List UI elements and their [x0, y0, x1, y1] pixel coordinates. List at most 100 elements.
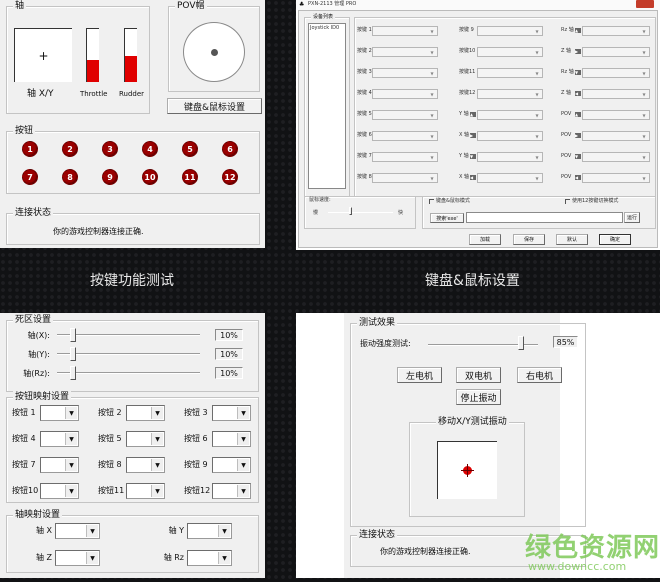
chevron-down-icon[interactable]: ▼	[640, 133, 648, 139]
chevron-down-icon[interactable]: ▼	[428, 133, 436, 139]
map-dropdown[interactable]: ▼	[372, 68, 438, 78]
exe-path-input[interactable]	[466, 212, 623, 223]
map-dropdown[interactable]: ▼	[582, 89, 650, 99]
chevron-down-icon[interactable]: ▼	[151, 407, 163, 419]
map-dropdown[interactable]: ▼	[372, 47, 438, 57]
chevron-down-icon[interactable]: ▼	[640, 70, 648, 76]
button-map-dropdown[interactable]: ▼	[126, 431, 165, 447]
button-map-dropdown[interactable]: ▼	[40, 483, 79, 499]
chevron-down-icon[interactable]: ▼	[237, 459, 249, 471]
button-map-dropdown[interactable]: ▼	[126, 457, 165, 473]
device-item[interactable]: Joystick ID0	[310, 25, 339, 32]
chevron-down-icon[interactable]: ▼	[428, 175, 436, 181]
map-dropdown[interactable]: ▼	[582, 152, 650, 162]
button-map-dropdown[interactable]: ▼	[212, 483, 251, 499]
button-map-dropdown[interactable]: ▼	[40, 405, 79, 421]
map-dropdown[interactable]: ▼	[582, 68, 650, 78]
map-dropdown[interactable]: ▼	[372, 110, 438, 120]
map-dropdown[interactable]: ▼	[477, 110, 543, 120]
save-button[interactable]: 保存	[513, 234, 545, 245]
map-dropdown[interactable]: ▼	[582, 173, 650, 183]
chevron-down-icon[interactable]: ▼	[218, 525, 230, 537]
stop-vibration-button[interactable]: 停止振动	[456, 389, 501, 405]
button-map-dropdown[interactable]: ▼	[40, 431, 79, 447]
axis-map-dropdown[interactable]: ▼	[187, 550, 232, 566]
chevron-down-icon[interactable]: ▼	[237, 433, 249, 445]
dual-motor-button[interactable]: 双电机	[456, 367, 501, 383]
map-dropdown[interactable]: ▼	[477, 89, 543, 99]
chevron-down-icon[interactable]: ▼	[86, 525, 98, 537]
right-motor-button[interactable]: 右电机	[517, 367, 562, 383]
button-map-dropdown[interactable]: ▼	[212, 431, 251, 447]
chevron-down-icon[interactable]: ▼	[237, 485, 249, 497]
map-dropdown[interactable]: ▼	[582, 26, 650, 36]
button-map-dropdown[interactable]: ▼	[126, 483, 165, 499]
mouse-speed-thumb[interactable]	[349, 207, 352, 215]
map-dropdown[interactable]: ▼	[372, 152, 438, 162]
deadzone-thumb[interactable]	[70, 347, 76, 361]
chevron-down-icon[interactable]: ▼	[533, 154, 541, 160]
deadzone-thumb[interactable]	[70, 328, 76, 342]
chevron-down-icon[interactable]: ▼	[533, 70, 541, 76]
run-button[interactable]: 运行	[624, 212, 640, 223]
chevron-down-icon[interactable]: ▼	[640, 28, 648, 34]
chevron-down-icon[interactable]: ▼	[428, 154, 436, 160]
map-dropdown[interactable]: ▼	[477, 173, 543, 183]
chevron-down-icon[interactable]: ▼	[640, 154, 648, 160]
map-dropdown[interactable]: ▼	[582, 131, 650, 141]
chevron-down-icon[interactable]: ▼	[533, 112, 541, 118]
map-dropdown[interactable]: ▼	[477, 26, 543, 36]
device-list[interactable]: Joystick ID0	[308, 23, 346, 189]
chevron-down-icon[interactable]: ▼	[151, 485, 163, 497]
ok-button[interactable]: 确定	[599, 234, 631, 245]
chevron-down-icon[interactable]: ▼	[428, 112, 436, 118]
left-motor-button[interactable]: 左电机	[397, 367, 442, 383]
chevron-down-icon[interactable]: ▼	[533, 28, 541, 34]
map-dropdown[interactable]: ▼	[582, 47, 650, 57]
button-map-dropdown[interactable]: ▼	[212, 405, 251, 421]
chevron-down-icon[interactable]: ▼	[151, 433, 163, 445]
chevron-down-icon[interactable]: ▼	[65, 407, 77, 419]
chevron-down-icon[interactable]: ▼	[640, 91, 648, 97]
chevron-down-icon[interactable]: ▼	[533, 175, 541, 181]
map-dropdown[interactable]: ▼	[372, 173, 438, 183]
axis-map-dropdown[interactable]: ▼	[187, 523, 232, 539]
load-button[interactable]: 加载	[469, 234, 501, 245]
chevron-down-icon[interactable]: ▼	[151, 459, 163, 471]
kb-mouse-settings-button[interactable]: 键盘&鼠标设置	[167, 98, 262, 114]
button-map-dropdown[interactable]: ▼	[40, 457, 79, 473]
xy-test-pad[interactable]	[437, 441, 497, 499]
browse-exe-button[interactable]: 搜索'exe'	[430, 213, 464, 223]
chevron-down-icon[interactable]: ▼	[65, 433, 77, 445]
axis-map-dropdown[interactable]: ▼	[55, 550, 100, 566]
chevron-down-icon[interactable]: ▼	[428, 91, 436, 97]
chevron-down-icon[interactable]: ▼	[533, 133, 541, 139]
chevron-down-icon[interactable]: ▼	[65, 459, 77, 471]
kb-mode-checkbox[interactable]	[429, 199, 434, 204]
chevron-down-icon[interactable]: ▼	[65, 485, 77, 497]
button-map-dropdown[interactable]: ▼	[212, 457, 251, 473]
chevron-down-icon[interactable]: ▼	[640, 112, 648, 118]
axis-map-dropdown[interactable]: ▼	[55, 523, 100, 539]
chevron-down-icon[interactable]: ▼	[86, 552, 98, 564]
map-dropdown[interactable]: ▼	[372, 26, 438, 36]
chevron-down-icon[interactable]: ▼	[428, 28, 436, 34]
map-dropdown[interactable]: ▼	[477, 131, 543, 141]
chevron-down-icon[interactable]: ▼	[218, 552, 230, 564]
chevron-down-icon[interactable]: ▼	[640, 175, 648, 181]
default-button[interactable]: 默认	[556, 234, 588, 245]
button-map-dropdown[interactable]: ▼	[126, 405, 165, 421]
vibration-thumb[interactable]	[517, 336, 524, 350]
map-dropdown[interactable]: ▼	[372, 89, 438, 99]
chevron-down-icon[interactable]: ▼	[237, 407, 249, 419]
deadzone-thumb[interactable]	[70, 366, 76, 380]
map-dropdown[interactable]: ▼	[372, 131, 438, 141]
map-dropdown[interactable]: ▼	[477, 152, 543, 162]
close-button[interactable]	[636, 0, 654, 8]
chevron-down-icon[interactable]: ▼	[640, 49, 648, 55]
map-dropdown[interactable]: ▼	[477, 47, 543, 57]
chevron-down-icon[interactable]: ▼	[533, 49, 541, 55]
map-dropdown[interactable]: ▼	[582, 110, 650, 120]
use12-checkbox[interactable]	[565, 199, 570, 204]
chevron-down-icon[interactable]: ▼	[533, 91, 541, 97]
